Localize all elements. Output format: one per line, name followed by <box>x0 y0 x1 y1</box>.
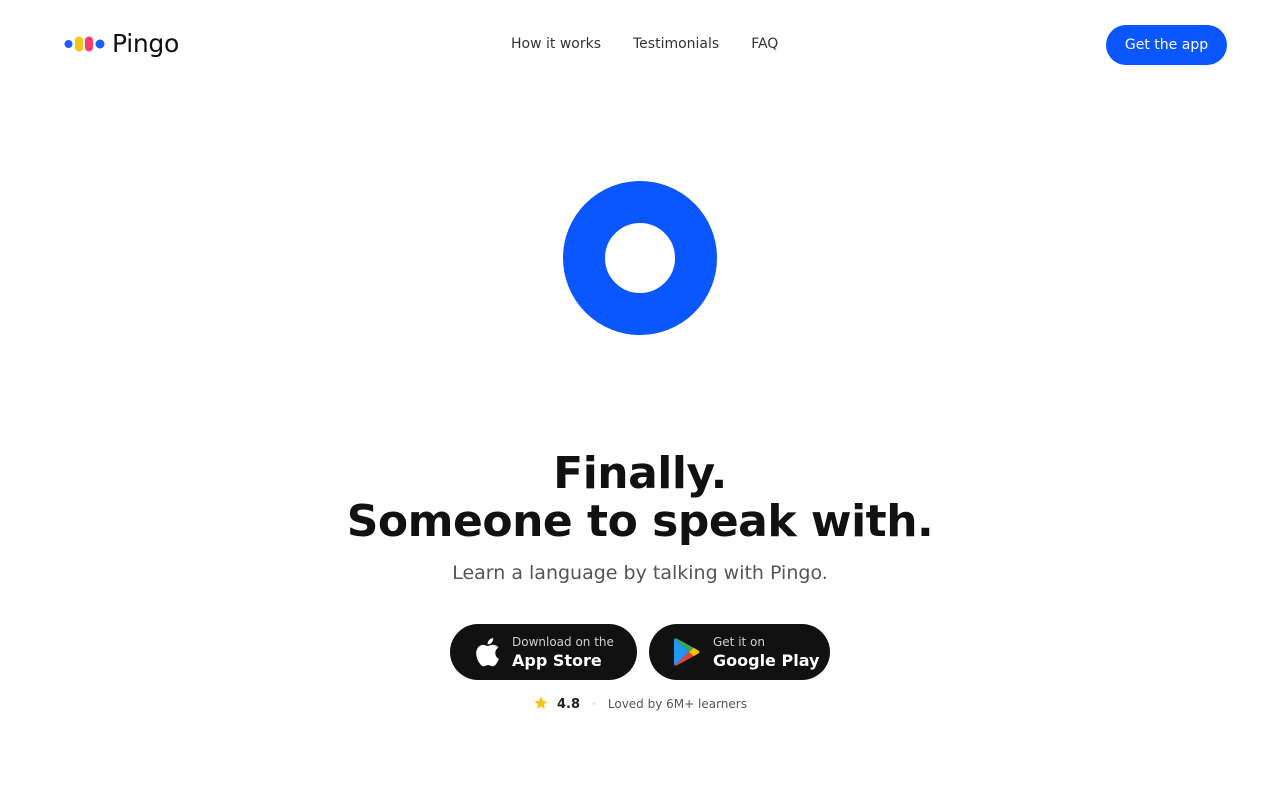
rating-score: 4.8 <box>557 696 581 712</box>
site-header: Pingo How it works Testimonials FAQ Get … <box>0 0 1280 88</box>
logo-wordmark: Pingo <box>112 29 179 58</box>
store-buttons: Download on the App Store Get it on Goog… <box>450 624 830 680</box>
star-icon <box>533 695 549 714</box>
hero-headline-line-1: Finally. <box>553 448 727 499</box>
rating-text: Loved by 6M+ learners <box>607 697 747 711</box>
hero-headline: Finally. Someone to speak with. <box>0 450 1280 546</box>
nav-faq[interactable]: FAQ <box>751 34 778 54</box>
app-store-small-text: Download on the <box>512 634 614 649</box>
get-the-app-button[interactable]: Get the app <box>1106 25 1227 65</box>
logo-mark-icon <box>64 34 106 54</box>
google-play-small-text: Get it on <box>713 634 766 649</box>
app-store-big-text: App Store <box>512 650 602 670</box>
hero-headline-line-2: Someone to speak with. <box>346 496 934 547</box>
hero-section: Finally. Someone to speak with. Learn a … <box>0 450 1280 586</box>
hero-ring-graphic <box>560 178 720 338</box>
main-nav: How it works Testimonials FAQ <box>511 34 778 54</box>
nav-how-it-works[interactable]: How it works <box>511 34 601 54</box>
google-play-label: Get it on Google Play <box>713 636 819 669</box>
app-store-label: Download on the App Store <box>512 636 614 669</box>
google-play-big-text: Google Play <box>713 650 820 670</box>
landing-page: Pingo How it works Testimonials FAQ Get … <box>0 0 1280 800</box>
google-play-button[interactable]: Get it on Google Play <box>649 624 830 680</box>
nav-testimonials[interactable]: Testimonials <box>633 34 719 54</box>
google-play-icon <box>673 637 701 667</box>
rating-separator: · <box>592 697 596 711</box>
logo[interactable]: Pingo <box>64 28 179 60</box>
hero-subheadline: Learn a language by talking with Pingo. <box>452 562 828 584</box>
rating-row: 4.8 · Loved by 6M+ learners <box>0 694 1280 714</box>
app-store-button[interactable]: Download on the App Store <box>450 624 637 680</box>
apple-icon <box>474 637 500 667</box>
